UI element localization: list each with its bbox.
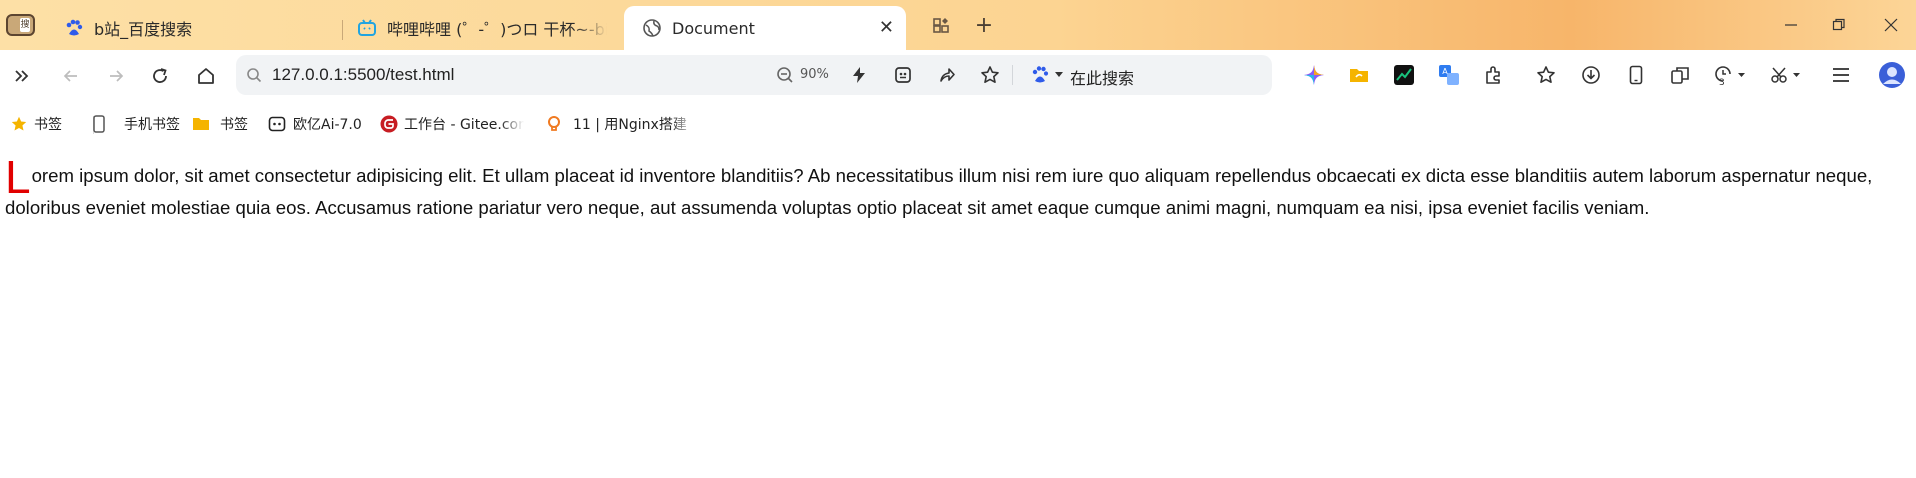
phone-icon[interactable]: [1623, 62, 1649, 88]
dropcap-letter: L: [5, 151, 31, 203]
phone-icon: [90, 115, 108, 133]
bookmark-label: 欧亿Ai-7.0: [293, 117, 362, 133]
bookmark-item[interactable]: 11 | 用Nginx搭建: [545, 113, 695, 135]
tab-document[interactable]: Document ✕: [624, 6, 906, 50]
history-icon[interactable]: 3: [1712, 62, 1748, 88]
tab-label: b站_百度搜索: [94, 20, 193, 39]
forward-icon[interactable]: [102, 62, 130, 90]
tab-label: 哔哩哔哩 (゜-゜)つロ 干杯~-bilibili: [387, 20, 607, 39]
share-icon[interactable]: [938, 66, 956, 84]
chevron-down-icon[interactable]: [1054, 71, 1064, 79]
bulb-icon: [545, 115, 563, 133]
download-icon[interactable]: [1578, 62, 1604, 88]
bookmark-label: 手机书签: [124, 117, 180, 133]
stock-chart-icon[interactable]: [1391, 62, 1417, 88]
svg-text:A: A: [1442, 67, 1448, 76]
bookmark-label: 书签: [34, 117, 62, 133]
tab-group-icon: [933, 18, 949, 33]
reader-mode-icon[interactable]: [894, 66, 912, 84]
bookmark-item[interactable]: 书签: [192, 113, 248, 135]
zoom-level[interactable]: 90%: [800, 67, 829, 82]
tab-group-icon[interactable]: [928, 12, 954, 38]
tab-bilibili[interactable]: 哔哩哔哩 (゜-゜)つロ 干杯~-bilibili: [357, 6, 607, 50]
chatbot-icon: [268, 115, 286, 133]
back-icon[interactable]: [57, 62, 85, 90]
folder-icon: [192, 115, 210, 133]
folder-sync-icon[interactable]: [1346, 62, 1372, 88]
baidu-paw-icon[interactable]: [1030, 65, 1052, 85]
paragraph-text: orem ipsum dolor, sit amet consectetur a…: [5, 165, 1873, 218]
bookmark-label: 11 | 用Nginx搭建: [573, 117, 687, 133]
address-bar[interactable]: 127.0.0.1:5500/test.html 90% 在此搜索: [236, 55, 1272, 95]
new-tab-button[interactable]: +: [971, 12, 997, 38]
tab-strip: 搜 b站_百度搜索 哔哩哔哩 (゜-゜)つロ 干杯~-bilibili Docu…: [0, 0, 1916, 50]
bookmark-item[interactable]: 欧亿Ai-7.0: [268, 113, 362, 135]
translate-icon[interactable]: A: [1436, 62, 1462, 88]
tab-label: Document: [672, 18, 755, 38]
home-icon[interactable]: [192, 62, 220, 90]
menu-icon[interactable]: [1828, 62, 1854, 88]
toolbar: 127.0.0.1:5500/test.html 90% 在此搜索 A 3: [0, 50, 1916, 101]
favorites-star-icon[interactable]: [1533, 62, 1559, 88]
bilibili-tv-icon: [358, 19, 376, 36]
bookmark-label: 书签: [220, 117, 248, 133]
star-icon: [10, 115, 28, 133]
lightning-icon[interactable]: [850, 66, 868, 84]
bookmark-item[interactable]: 工作台 - Gitee.com: [380, 113, 524, 135]
ai-sparkle-icon[interactable]: [1301, 62, 1327, 88]
scissors-icon[interactable]: [1769, 62, 1805, 88]
lorem-paragraph: Lorem ipsum dolor, sit amet consectetur …: [5, 151, 1910, 223]
screenshot-icon[interactable]: [1667, 62, 1693, 88]
close-window-icon[interactable]: [1878, 12, 1904, 38]
restore-icon[interactable]: [1826, 12, 1852, 38]
svg-text:3: 3: [1719, 78, 1725, 86]
minimize-icon[interactable]: [1778, 12, 1804, 38]
url-text[interactable]: 127.0.0.1:5500/test.html: [272, 65, 454, 85]
sidebar-toggle-glyph: 搜: [20, 18, 30, 32]
bookmark-star-icon[interactable]: [980, 65, 1000, 85]
baidu-paw-icon: [66, 19, 83, 36]
bookmarks-bar: 书签 手机书签 书签 欧亿Ai-7.0 工作台 - Gitee.com 11 |…: [0, 101, 1916, 145]
bookmark-label: 工作台 - Gitee.com: [404, 117, 524, 133]
bookmark-item[interactable]: 书签: [10, 113, 62, 135]
avatar[interactable]: [1877, 60, 1907, 90]
reload-icon[interactable]: [146, 62, 174, 90]
close-tab-icon[interactable]: ✕: [879, 17, 894, 38]
gitee-icon: [380, 115, 398, 133]
search-engine-input[interactable]: 在此搜索: [1070, 65, 1134, 89]
tab-baidu-search[interactable]: b站_百度搜索: [62, 6, 332, 50]
globe-icon: [643, 19, 661, 37]
expand-sidebar-icon[interactable]: [8, 62, 36, 90]
page-content: Lorem ipsum dolor, sit amet consectetur …: [5, 151, 1910, 223]
extensions-icon[interactable]: [1481, 62, 1507, 88]
sidebar-toggle-button[interactable]: 搜: [6, 14, 35, 36]
zoom-out-icon[interactable]: [776, 66, 794, 84]
search-icon: [247, 68, 262, 83]
bookmark-item[interactable]: 手机书签: [90, 113, 180, 135]
tab-divider: [342, 20, 343, 40]
omnibox-divider: [1012, 65, 1013, 85]
